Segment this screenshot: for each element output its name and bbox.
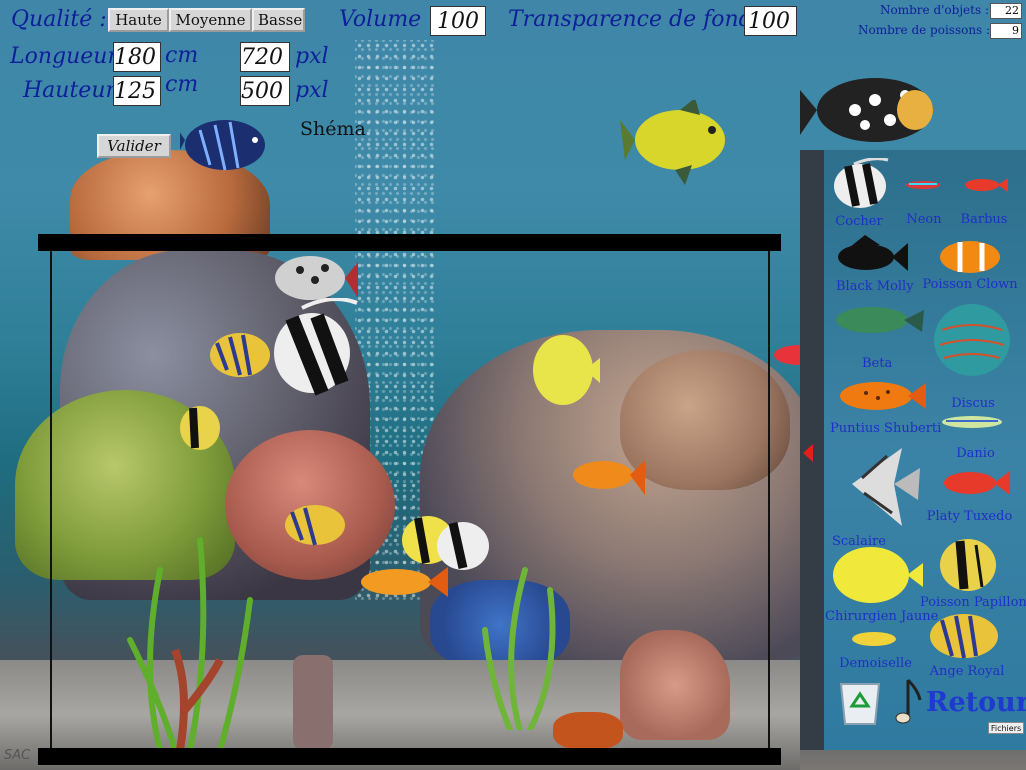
neon-fish-icon [906,181,940,189]
yellow-tang-icon [833,547,923,603]
quality-label: Qualité : [11,7,107,32]
palette-fish-danio[interactable]: Danio [938,410,1013,461]
black-molly-fish-icon [838,235,908,271]
palette-fish-yellow-tang[interactable]: Chirurgien Jaune [825,545,939,627]
palette-fish-clown[interactable]: Poisson Clown [920,237,1020,297]
trash-button[interactable] [835,676,885,726]
tank-frame[interactable] [50,251,770,751]
palette-fish-demoiselle[interactable]: Demoiselle [838,628,913,673]
palette-label-black-molly: Black Molly [836,279,914,294]
triggerfish-yellow [620,100,725,185]
objects-count-label: Nombre d'objets : [880,3,989,17]
tank-top-bar [38,234,781,251]
tank-bottom-bar [38,748,781,765]
palette-label-neon: Neon [906,212,942,227]
height-label: Hauteur [23,78,117,103]
validate-button[interactable]: Valider [97,134,171,158]
fish-count-label: Nombre de poissons : [858,23,991,37]
height-px-input[interactable]: 500 [240,76,290,106]
palette-label-cocher: Cocher [835,214,883,229]
triggerfish-spotted [800,78,933,142]
barbus-fish-icon [965,178,1008,192]
palette-fish-scalaire[interactable]: Scalaire [832,438,922,549]
palette-fish-barbus[interactable]: Barbus [958,172,1010,230]
palette-fish-royal-angel[interactable]: Ange Royal [922,612,1012,680]
height-px-unit: pxl [295,78,329,103]
cocher-fish-icon [834,157,889,208]
fish-count-value: 9 [990,23,1022,39]
danio-fish-icon [942,416,1002,428]
palette-fish-puntius[interactable]: Puntius Shuberti [830,375,942,437]
palette-fish-neon[interactable]: Neon [903,172,945,230]
palette-label-beta: Beta [862,356,893,371]
quality-medium-button[interactable]: Moyenne [169,8,252,32]
back-button[interactable]: Retour [926,684,1026,720]
volume-input[interactable]: 100 [430,6,486,36]
transparency-input[interactable]: 100 [744,6,797,36]
butterflyfish-icon [940,539,996,591]
palette-label-demoiselle: Demoiselle [839,656,912,671]
length-cm-input[interactable]: 180 [113,42,161,72]
quality-high-button[interactable]: Haute [108,8,169,32]
palette-label-puntius: Puntius Shuberti [830,421,942,436]
files-button[interactable]: Fichiers [988,722,1024,734]
palette-label-platy: Platy Tuxedo [926,509,1013,524]
palette-label-clown: Poisson Clown [922,277,1018,292]
quality-low-button[interactable]: Basse [252,8,305,32]
palette-label-danio: Danio [956,446,995,461]
music-button[interactable] [894,676,924,726]
schema-label: Shéma [300,118,366,140]
palette-label-yellow-tang: Chirurgien Jaune [825,609,939,624]
palette-fish-butterfly[interactable]: Poisson Papillon [920,535,1026,615]
scalaire-fish-icon [852,448,920,526]
palette-label-barbus: Barbus [960,212,1008,227]
palette-fish-black-molly[interactable]: Black Molly [830,235,920,297]
length-px-unit: pxl [295,44,329,69]
quality-options: Haute Moyenne Basse [108,8,305,32]
watermark: SAC [4,748,31,763]
length-cm-unit: cm [165,43,199,68]
palette-label-royal-angel: Ange Royal [929,664,1005,679]
music-note-icon [895,678,922,724]
objects-count-value: 22 [990,3,1022,19]
palette-label-butterfly: Poisson Papillon [920,595,1026,610]
palette-fish-beta[interactable]: Beta [832,300,927,371]
palette-label-discus: Discus [951,396,995,411]
palette-collapse-arrow-icon[interactable] [803,444,813,462]
beta-fish-icon [836,307,924,333]
length-label: Longueur [10,44,118,69]
recycle-bin-icon [839,683,881,725]
clownfish-icon [940,241,1000,273]
discus-fish-icon [934,304,1010,376]
platy-fish-icon [944,471,1010,495]
volume-label: Volume : [339,7,436,32]
palette-fish-platy[interactable]: Platy Tuxedo [922,465,1017,527]
puntius-fish-icon [840,382,926,410]
length-px-input[interactable]: 720 [240,42,290,72]
height-cm-input[interactable]: 125 [113,76,161,106]
royal-angelfish-icon [930,614,998,659]
demoiselle-fish-icon [852,632,896,646]
palette-fish-discus[interactable]: Discus [928,300,1018,411]
height-cm-unit: cm [165,72,199,97]
palette-fish-cocher[interactable]: Cocher [828,157,890,230]
angelfish-blue-top [180,120,265,171]
transparency-label: Transparence de fond : [508,7,768,32]
